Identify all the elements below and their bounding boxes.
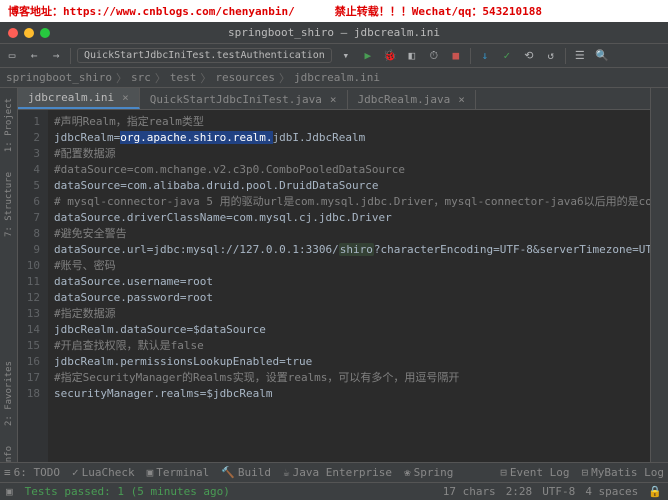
status-bar: ▣ Tests passed: 1 (5 minutes ago) 17 cha… bbox=[0, 482, 668, 500]
breadcrumb-item[interactable]: resources bbox=[215, 71, 275, 84]
close-icon[interactable]: × bbox=[122, 91, 129, 104]
tab-quickstart-test[interactable]: QuickStartJdbcIniTest.java× bbox=[140, 90, 348, 109]
minimize-window-icon[interactable] bbox=[24, 28, 34, 38]
breadcrumb-item[interactable]: test bbox=[170, 71, 197, 84]
close-icon[interactable]: × bbox=[330, 93, 337, 106]
breadcrumb-item[interactable]: springboot_shiro bbox=[6, 71, 112, 84]
code-editor[interactable]: 123456789 101112131415161718 #声明Realm，指定… bbox=[18, 110, 650, 462]
project-tool-tab[interactable]: 1: Project bbox=[4, 98, 14, 152]
eventlog-tool-tab[interactable]: ⊟ Event Log bbox=[500, 466, 569, 479]
javaee-tool-tab[interactable]: ☕ Java Enterprise bbox=[283, 466, 392, 479]
breadcrumb-item[interactable]: jdbcrealm.ini bbox=[294, 71, 380, 84]
spring-tool-tab[interactable]: ❀ Spring bbox=[404, 466, 453, 479]
run-icon[interactable]: ▶ bbox=[360, 48, 376, 64]
vcs-update-icon[interactable]: ↓ bbox=[477, 48, 493, 64]
forward-icon[interactable]: → bbox=[48, 48, 64, 64]
bottom-tool-tabs: ≡ 6: TODO ✓ LuaCheck ▣ Terminal 🔨 Build … bbox=[0, 462, 668, 482]
stop-icon[interactable]: ■ bbox=[448, 48, 464, 64]
code-content[interactable]: #声明Realm，指定realm类型 jdbcRealm=org.apache.… bbox=[48, 110, 650, 462]
main-toolbar: ▭ ← → QuickStartJdbcIniTest.testAuthenti… bbox=[0, 44, 668, 68]
close-window-icon[interactable] bbox=[8, 28, 18, 38]
file-encoding[interactable]: UTF-8 bbox=[542, 485, 575, 498]
back-icon[interactable]: ← bbox=[26, 48, 42, 64]
lock-icon[interactable]: 🔒 bbox=[648, 485, 662, 498]
search-icon[interactable]: 🔍 bbox=[594, 48, 610, 64]
caret-position[interactable]: 2:28 bbox=[506, 485, 533, 498]
text-selection: org.apache.shiro.realm. bbox=[120, 131, 272, 144]
breadcrumb: springboot_shiro〉 src〉 test〉 resources〉 … bbox=[0, 68, 668, 88]
line-gutter: 123456789 101112131415161718 bbox=[18, 110, 48, 462]
watermark-banner: 博客地址：https://www.cnblogs.com/chenyanbin/… bbox=[0, 0, 668, 22]
breadcrumb-item[interactable]: src bbox=[131, 71, 151, 84]
dropdown-icon[interactable]: ▾ bbox=[338, 48, 354, 64]
window-title: springboot_shiro – jdbcrealm.ini bbox=[228, 26, 440, 39]
mybatis-tool-tab[interactable]: ⊟ MyBatis Log bbox=[582, 466, 664, 479]
vcs-commit-icon[interactable]: ✓ bbox=[499, 48, 515, 64]
debug-icon[interactable]: 🐞 bbox=[382, 48, 398, 64]
indent-setting[interactable]: 4 spaces bbox=[585, 485, 638, 498]
status-chars: 17 chars bbox=[443, 485, 496, 498]
macos-titlebar: springboot_shiro – jdbcrealm.ini bbox=[0, 22, 668, 44]
todo-tool-tab[interactable]: ≡ 6: TODO bbox=[4, 466, 60, 479]
run-config-selector[interactable]: QuickStartJdbcIniTest.testAuthentication bbox=[77, 48, 332, 63]
editor-tabs: jdbcrealm.ini× QuickStartJdbcIniTest.jav… bbox=[18, 88, 650, 110]
close-icon[interactable]: × bbox=[458, 93, 465, 106]
right-tool-rail bbox=[650, 88, 668, 462]
terminal-tool-tab[interactable]: ▣ Terminal bbox=[147, 466, 210, 479]
maximize-window-icon[interactable] bbox=[40, 28, 50, 38]
tool-windows-icon[interactable]: ▣ bbox=[6, 485, 13, 498]
vcs-history-icon[interactable]: ⟲ bbox=[521, 48, 537, 64]
favorites-tool-tab[interactable]: 2: Favorites bbox=[4, 361, 14, 426]
structure-icon[interactable]: ☰ bbox=[572, 48, 588, 64]
tab-jdbcrealm-java[interactable]: JdbcRealm.java× bbox=[348, 90, 476, 109]
left-tool-rail: 1: Project 7: Structure 2: Favorites nfo bbox=[0, 88, 18, 462]
tab-jdbcrealm[interactable]: jdbcrealm.ini× bbox=[18, 88, 140, 109]
build-tool-tab[interactable]: 🔨 Build bbox=[221, 466, 271, 479]
tests-status[interactable]: Tests passed: 1 (5 minutes ago) bbox=[25, 485, 230, 498]
coverage-icon[interactable]: ◧ bbox=[404, 48, 420, 64]
profile-icon[interactable]: ⏱ bbox=[426, 48, 442, 64]
luacheck-tool-tab[interactable]: ✓ LuaCheck bbox=[72, 466, 135, 479]
info-tool-tab[interactable]: nfo bbox=[4, 446, 14, 462]
vcs-revert-icon[interactable]: ↺ bbox=[543, 48, 559, 64]
structure-tool-tab[interactable]: 7: Structure bbox=[4, 172, 14, 237]
open-icon[interactable]: ▭ bbox=[4, 48, 20, 64]
